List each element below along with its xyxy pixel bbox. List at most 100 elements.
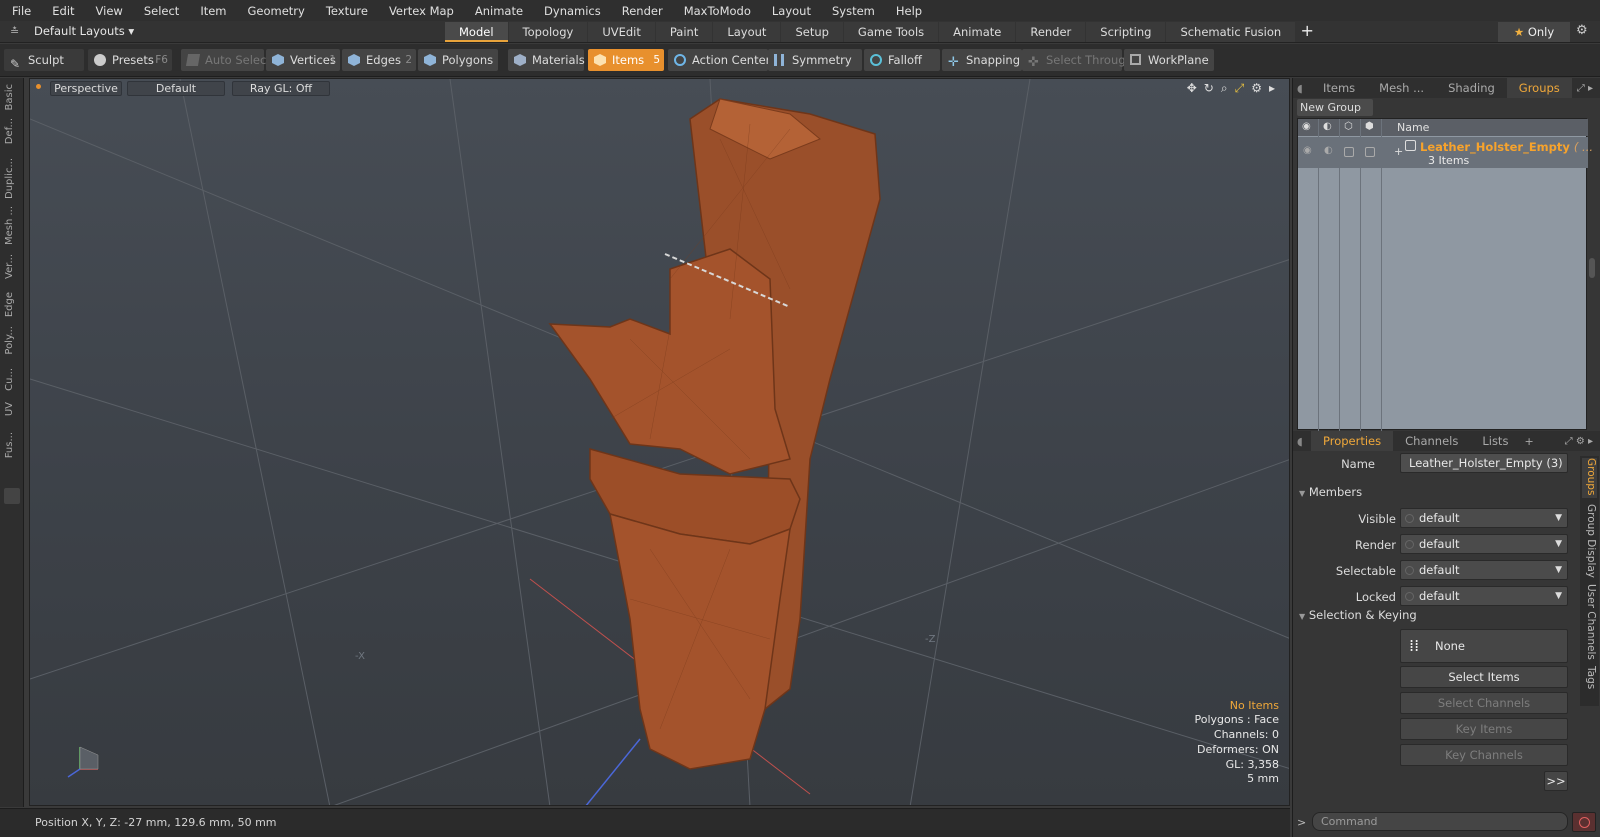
tab-topology[interactable]: Topology xyxy=(508,22,588,42)
selectable-dropdown[interactable]: default ▼ xyxy=(1400,560,1568,580)
key-items-button[interactable]: Key Items xyxy=(1400,718,1568,740)
falloff-button[interactable]: Falloff xyxy=(864,49,940,71)
viewport-menu-icon[interactable] xyxy=(36,84,41,89)
row-select-toggle[interactable] xyxy=(1365,147,1375,157)
expand-plus-icon[interactable]: + xyxy=(1394,145,1403,158)
materials-button[interactable]: Materials xyxy=(508,49,585,71)
tab-model[interactable]: Model xyxy=(445,22,508,42)
left-strip-toggle[interactable] xyxy=(4,488,20,504)
menu-layout[interactable]: Layout xyxy=(772,4,811,18)
menu-dynamics[interactable]: Dynamics xyxy=(544,4,601,18)
panel-expand-icon[interactable]: ⤢ ▸ xyxy=(1577,83,1593,94)
left-tab-duplicate[interactable]: Duplic... xyxy=(4,158,20,199)
render-icon[interactable]: ◐ xyxy=(1323,121,1332,132)
select-through-button[interactable]: ✜ Select Through xyxy=(1022,49,1133,71)
side-tab-group-display[interactable]: Group Display xyxy=(1582,504,1597,578)
items-button[interactable]: Items 5 xyxy=(588,49,664,71)
menu-maxtomodo[interactable]: MaxToModo xyxy=(684,4,751,18)
menu-render[interactable]: Render xyxy=(622,4,663,18)
tab-game-tools[interactable]: Game Tools xyxy=(843,22,939,42)
presets-button[interactable]: Presets F6 xyxy=(88,49,172,71)
add-tab-icon[interactable]: + xyxy=(1296,22,1318,42)
new-group-button[interactable]: New Group xyxy=(1297,99,1373,116)
auto-select-button[interactable]: Auto Select xyxy=(181,49,271,71)
left-tab-curve[interactable]: Cu... xyxy=(4,368,20,391)
menu-geometry[interactable]: Geometry xyxy=(248,4,305,18)
sculpt-button[interactable]: ✎ Sculpt xyxy=(4,49,84,71)
side-tab-groups[interactable]: Groups xyxy=(1582,458,1597,498)
row-eye-icon[interactable]: ◉ xyxy=(1303,145,1312,156)
tab-groups[interactable]: Groups xyxy=(1506,78,1572,98)
side-tab-user-channels[interactable]: User Channels xyxy=(1582,584,1597,660)
visible-dropdown[interactable]: default ▼ xyxy=(1400,508,1568,528)
menu-file[interactable]: File xyxy=(12,4,31,18)
command-input[interactable]: Command xyxy=(1312,812,1568,831)
shading-dropdown[interactable]: Default xyxy=(127,81,225,96)
3d-viewport[interactable]: -X -Z Perspective Default Ray GL: Off ✥ … xyxy=(29,78,1290,806)
tab-setup[interactable]: Setup xyxy=(781,22,843,42)
add-props-tab-icon[interactable]: + xyxy=(1524,435,1533,448)
left-tab-mesh[interactable]: Mesh ... xyxy=(4,206,20,245)
tab-schematic-fusion[interactable]: Schematic Fusion xyxy=(1166,22,1296,42)
tab-render[interactable]: Render xyxy=(1016,22,1086,42)
group-row[interactable]: ◉ ◐ + Leather_Holster_Empty ( ... 3 Item… xyxy=(1298,137,1593,168)
col-name-header[interactable]: Name xyxy=(1397,121,1429,134)
tab-uvedit[interactable]: UVEdit xyxy=(588,22,655,42)
locked-dropdown[interactable]: default ▼ xyxy=(1400,586,1568,606)
row-render-icon[interactable]: ◐ xyxy=(1324,145,1333,156)
tab-mesh[interactable]: Mesh ... xyxy=(1367,78,1436,98)
menu-vertex-map[interactable]: Vertex Map xyxy=(389,4,454,18)
panel-menu-icon[interactable]: ◖ xyxy=(1297,82,1311,95)
left-tab-fusion[interactable]: Fus... xyxy=(4,432,20,458)
tab-items[interactable]: Items xyxy=(1311,78,1367,98)
edges-button[interactable]: Edges 2 xyxy=(342,49,416,71)
gear-icon[interactable]: ⚙ xyxy=(1576,23,1588,38)
menu-view[interactable]: View xyxy=(96,4,123,18)
select-items-button[interactable]: Select Items xyxy=(1400,666,1568,688)
menu-select[interactable]: Select xyxy=(144,4,179,18)
left-tab-basic[interactable]: Basic xyxy=(4,84,20,110)
layouts-dropdown[interactable]: Default Layouts ▾ xyxy=(34,24,134,38)
left-tab-deform[interactable]: Def... xyxy=(4,118,20,144)
rotate-icon[interactable]: ↻ xyxy=(1204,81,1214,96)
vertices-button[interactable]: Vertices 1 xyxy=(266,49,340,71)
menu-item[interactable]: Item xyxy=(200,4,226,18)
key-channels-button[interactable]: Key Channels xyxy=(1400,744,1568,766)
visibility-eye-icon[interactable]: ◉ xyxy=(1302,121,1311,132)
props-expand-icon[interactable]: ⤢ ⚙ ▸ xyxy=(1565,436,1593,447)
viewport-gear-icon[interactable]: ⚙ xyxy=(1251,81,1262,96)
select-icon[interactable]: ⬢ xyxy=(1365,121,1374,132)
groups-list[interactable]: ◉ ◐ ⬡ ⬢ Name ◉ ◐ + Leather_Holster_Empty… xyxy=(1297,118,1593,431)
tab-channels[interactable]: Channels xyxy=(1393,431,1470,451)
only-button[interactable]: ★ Only xyxy=(1498,22,1570,42)
pan-icon[interactable]: ✥ xyxy=(1187,81,1197,96)
menu-help[interactable]: Help xyxy=(896,4,922,18)
tab-properties[interactable]: Properties xyxy=(1311,431,1394,451)
action-center-button[interactable]: Action Center xyxy=(668,49,770,71)
zoom-icon[interactable]: ⌕ xyxy=(1221,81,1228,96)
selection-keying-section[interactable]: ▼ Selection & Keying xyxy=(1299,608,1417,622)
left-tab-uv[interactable]: UV xyxy=(4,402,20,416)
symmetry-button[interactable]: Symmetry xyxy=(768,49,862,71)
polygons-button[interactable]: Polygons xyxy=(418,49,498,71)
menu-texture[interactable]: Texture xyxy=(326,4,368,18)
select-channels-button[interactable]: Select Channels xyxy=(1400,692,1568,714)
menu-edit[interactable]: Edit xyxy=(52,4,74,18)
lock-icon[interactable]: ⬡ xyxy=(1344,121,1353,132)
tab-paint[interactable]: Paint xyxy=(655,22,713,42)
render-dropdown[interactable]: default ▼ xyxy=(1400,534,1568,554)
none-preset-button[interactable]: ⁞⁞ None xyxy=(1400,629,1568,663)
props-menu-icon[interactable]: ◖ xyxy=(1297,435,1311,448)
left-tab-polygon[interactable]: Poly... xyxy=(4,326,20,355)
tab-scripting[interactable]: Scripting xyxy=(1086,22,1166,42)
raygl-dropdown[interactable]: Ray GL: Off xyxy=(232,81,330,96)
menu-animate[interactable]: Animate xyxy=(475,4,523,18)
name-field[interactable]: Leather_Holster_Empty (3) xyxy=(1400,453,1568,473)
left-tab-edge[interactable]: Edge xyxy=(4,292,20,317)
layout-menu-icon[interactable]: ≛ xyxy=(10,25,22,38)
row-lock-toggle[interactable] xyxy=(1344,147,1354,157)
menu-system[interactable]: System xyxy=(832,4,875,18)
more-button[interactable]: >> xyxy=(1544,771,1568,791)
tab-shading[interactable]: Shading xyxy=(1436,78,1507,98)
tab-layout[interactable]: Layout xyxy=(713,22,781,42)
